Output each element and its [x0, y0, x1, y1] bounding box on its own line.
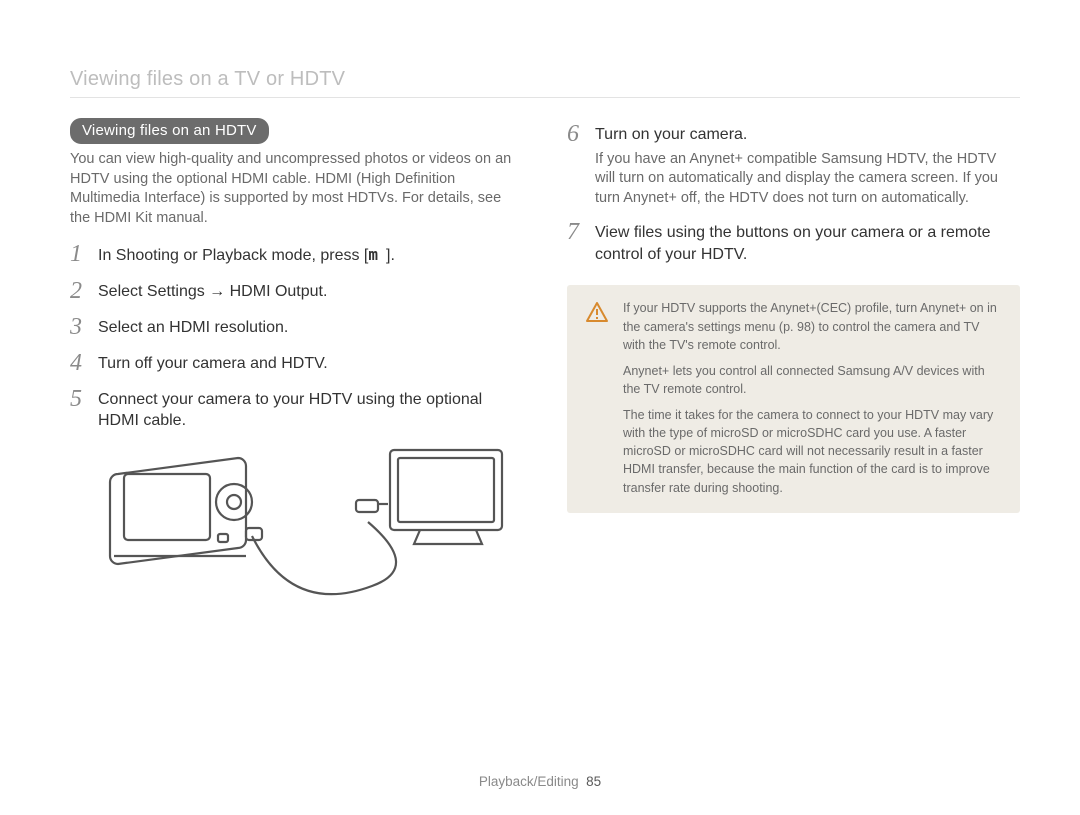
- step-number: 6: [567, 122, 583, 146]
- note-paragraph: If your HDTV supports the Anynet+(CEC) p…: [623, 299, 1002, 353]
- divider: [70, 97, 1020, 98]
- step-text-post: ].: [386, 247, 395, 264]
- document-page: Viewing files on a TV or HDTV Viewing fi…: [0, 0, 1080, 815]
- step-text: Connect your camera to your HDTV using t…: [98, 387, 523, 432]
- step-1: 1 In Shooting or Playback mode, press [m…: [70, 242, 523, 267]
- left-column: Viewing files on an HDTV You can view hi…: [70, 118, 523, 639]
- step-text: Select an HDMI resolution.: [98, 315, 288, 339]
- steps-left: 1 In Shooting or Playback mode, press [m…: [70, 242, 523, 432]
- step-number: 5: [70, 387, 86, 411]
- step-text: Select Settings → HDMI Output.: [98, 279, 327, 303]
- step-number: 4: [70, 351, 86, 375]
- step-subtext: If you have an Anynet+ compatible Samsun…: [595, 150, 1020, 209]
- section-pill: Viewing files on an HDTV: [70, 118, 269, 144]
- step-main: Turn on your camera.: [595, 126, 747, 143]
- menu-key-icon: m: [368, 245, 386, 264]
- note-paragraph: The time it takes for the camera to conn…: [623, 406, 1002, 497]
- step-3: 3 Select an HDMI resolution.: [70, 315, 523, 339]
- step-number: 3: [70, 315, 86, 339]
- step-text: In Shooting or Playback mode, press [m].: [98, 242, 395, 267]
- note-box: If your HDTV supports the Anynet+(CEC) p…: [567, 285, 1020, 512]
- note-paragraph: Anynet+ lets you control all connected S…: [623, 362, 1002, 398]
- step-5: 5 Connect your camera to your HDTV using…: [70, 387, 523, 432]
- step-text-bold: Settings → HDMI Output: [147, 283, 323, 300]
- step-text: Turn on your camera. If you have an Anyn…: [595, 122, 1020, 208]
- camera-to-tv-illustration: [100, 444, 523, 639]
- content-columns: Viewing files on an HDTV You can view hi…: [70, 118, 1020, 639]
- right-column: 6 Turn on your camera. If you have an An…: [567, 118, 1020, 639]
- topic-title: Viewing files on a TV or HDTV: [70, 68, 1020, 91]
- step-text-post: .: [323, 283, 327, 300]
- step-number: 7: [567, 220, 583, 244]
- note-text: If your HDTV supports the Anynet+(CEC) p…: [623, 299, 1002, 496]
- intro-text: You can view high-quality and uncompress…: [70, 150, 523, 228]
- step-text-pre: In Shooting or Playback mode, press [: [98, 247, 368, 264]
- step-number: 1: [70, 242, 86, 266]
- footer-section: Playback/Editing: [479, 774, 579, 789]
- step-text: View files using the buttons on your cam…: [595, 220, 1020, 265]
- step-text: Turn off your camera and HDTV.: [98, 351, 328, 375]
- step-2: 2 Select Settings → HDMI Output.: [70, 279, 523, 303]
- step-number: 2: [70, 279, 86, 303]
- warning-icon: [585, 301, 609, 496]
- page-footer: Playback/Editing 85: [0, 774, 1080, 789]
- connection-diagram-icon: [100, 444, 510, 634]
- step-text-pre: Select: [98, 283, 147, 300]
- step-6: 6 Turn on your camera. If you have an An…: [567, 122, 1020, 208]
- step-4: 4 Turn off your camera and HDTV.: [70, 351, 523, 375]
- step-7: 7 View files using the buttons on your c…: [567, 220, 1020, 265]
- footer-page-number: 85: [586, 774, 601, 789]
